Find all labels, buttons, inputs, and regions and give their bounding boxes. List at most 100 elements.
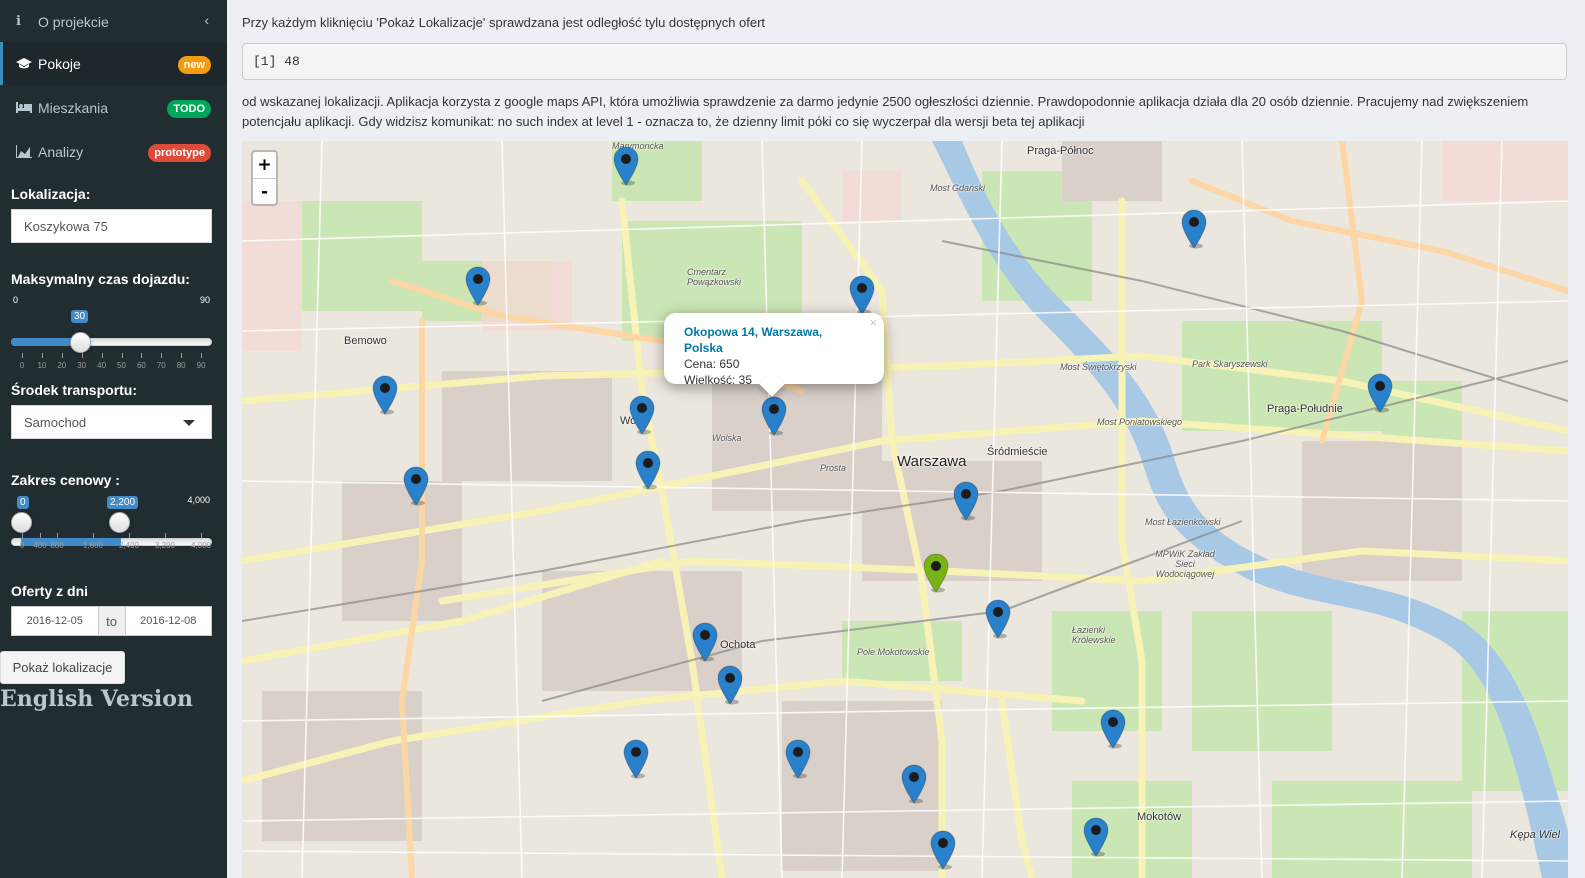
map-marker[interactable] bbox=[628, 395, 656, 435]
sidebar: i O projekcie ‹ Pokoje new Mieszkania TO… bbox=[0, 0, 227, 878]
map-label-most-swietokrzyski: Most Świętokrzyski bbox=[1060, 362, 1137, 372]
map-label-bemowo: Bemowo bbox=[344, 335, 387, 347]
map-marker[interactable] bbox=[848, 275, 876, 315]
map-marker[interactable] bbox=[464, 266, 492, 306]
slider-value-label: 30 bbox=[71, 310, 89, 323]
map-label-mokotow: Mokotów bbox=[1137, 811, 1182, 823]
slider-tick-label: 3,200 bbox=[154, 541, 176, 550]
slider-tick bbox=[161, 353, 163, 358]
map-marker[interactable] bbox=[634, 450, 662, 490]
slider-tick bbox=[61, 353, 63, 358]
map-label-mpwik: MPWiK Zakład Sieci Wodociągowej bbox=[1155, 549, 1215, 579]
map-label-cmentarz: Cmentarz Powązkowski bbox=[687, 267, 742, 287]
map-marker[interactable] bbox=[1180, 209, 1208, 249]
slider-ticks: 0 400 800 1,600 2,400 3,200 4,000 bbox=[11, 533, 212, 550]
transport-select[interactable]: Samochod bbox=[11, 405, 212, 439]
english-version-link[interactable]: English Version bbox=[0, 686, 193, 712]
slider-tick bbox=[81, 353, 83, 358]
slider-max-label: 90 bbox=[199, 295, 210, 305]
map-marker[interactable] bbox=[929, 830, 957, 870]
slider-tick-label: 70 bbox=[156, 361, 166, 370]
info-icon: i bbox=[16, 14, 21, 29]
sidebar-item-mieszkania[interactable]: Mieszkania TODO bbox=[0, 86, 227, 129]
slider-min-label: 0 bbox=[13, 295, 19, 305]
date-separator: to bbox=[98, 606, 125, 636]
slider-ticks: 0 10 20 30 40 50 60 70 80 90 bbox=[11, 353, 212, 370]
slider-from-handle[interactable] bbox=[11, 512, 32, 533]
time-label: Maksymalny czas dojazdu: bbox=[11, 271, 190, 287]
time-slider[interactable]: 0 90 30 0 10 20 30 40 50 60 70 80 90 bbox=[11, 295, 212, 375]
map-label-praga-poludnie: Praga-Południe bbox=[1267, 403, 1343, 415]
map-marker[interactable] bbox=[612, 146, 640, 186]
price-label: Zakres cenowy : bbox=[11, 472, 120, 488]
slider-from-label: 0 bbox=[17, 496, 29, 509]
popup-price: Cena: 650 bbox=[684, 357, 740, 371]
map-label-park-skaryszewski: Park Skaryszewski bbox=[1192, 359, 1268, 369]
zoom-in-button[interactable]: + bbox=[253, 152, 276, 178]
slider-tick-label: 2,400 bbox=[118, 541, 140, 550]
slider-tick bbox=[101, 353, 103, 358]
location-input[interactable]: Koszykowa 75 bbox=[11, 209, 212, 243]
transport-value: Samochod bbox=[24, 414, 87, 430]
map-marker-selected[interactable] bbox=[922, 553, 950, 593]
map-label-most-poniatowskiego: Most Poniatowskiego bbox=[1097, 417, 1183, 427]
offers-label: Oferty z dni bbox=[11, 583, 89, 599]
show-locations-button[interactable]: Pokaż lokalizacje bbox=[0, 651, 125, 684]
sidebar-item-o-projekcie[interactable]: i O projekcie ‹ bbox=[0, 0, 227, 43]
price-slider[interactable]: 4,000 0 2,200 0 400 800 1,600 2,400 3,200 4,00… bbox=[11, 495, 212, 575]
close-icon[interactable]: × bbox=[869, 315, 877, 331]
slider-tick-label: 400 bbox=[33, 541, 47, 550]
slider-tick bbox=[22, 533, 23, 538]
slider-tick-label: 0 bbox=[19, 361, 25, 370]
intro-text: Przy każdym kliknięciu 'Pokaż Lokalizacj… bbox=[242, 15, 766, 30]
map-label-wolska: Wolska bbox=[712, 433, 742, 443]
map-marker[interactable] bbox=[952, 481, 980, 521]
slider-tick bbox=[141, 353, 143, 358]
slider-tick bbox=[181, 353, 183, 358]
slider-handle[interactable] bbox=[70, 332, 91, 353]
map-marker[interactable] bbox=[784, 739, 812, 779]
main-content: Przy każdym kliknięciu 'Pokaż Lokalizacj… bbox=[227, 0, 1585, 878]
chevron-left-icon[interactable]: ‹ bbox=[204, 12, 209, 28]
sidebar-item-label: O projekcie bbox=[38, 13, 109, 30]
new-badge: new bbox=[177, 56, 211, 74]
map-marker[interactable] bbox=[371, 375, 399, 415]
map-marker[interactable] bbox=[622, 739, 650, 779]
sidebar-item-label: Mieszkania bbox=[38, 99, 109, 116]
graduation-cap-icon bbox=[16, 57, 38, 70]
sidebar-item-label: Analizy bbox=[38, 143, 84, 160]
info-text: od wskazanej lokalizacji. Aplikacja korz… bbox=[242, 94, 1529, 129]
slider-tick-label: 20 bbox=[57, 361, 67, 370]
map-marker[interactable] bbox=[1099, 709, 1127, 749]
todo-badge: TODO bbox=[167, 100, 211, 118]
map-marker[interactable] bbox=[760, 396, 788, 436]
sidebar-item-pokoje[interactable]: Pokoje new bbox=[0, 42, 227, 85]
map[interactable]: Warszawa Śródmieście Praga-Północ Praga-… bbox=[242, 141, 1568, 878]
slider-max-label: 4,000 bbox=[187, 495, 210, 505]
map-marker[interactable] bbox=[691, 622, 719, 662]
map-label-prosta: Prosta bbox=[820, 463, 847, 473]
zoom-out-button[interactable]: - bbox=[253, 178, 276, 204]
slider-to-handle[interactable] bbox=[109, 512, 130, 533]
console-output: [1] 48 bbox=[242, 43, 1567, 80]
bed-icon bbox=[16, 102, 38, 113]
map-marker[interactable] bbox=[1082, 817, 1110, 857]
slider-tick-label: 50 bbox=[117, 361, 126, 370]
map-marker[interactable] bbox=[402, 466, 430, 506]
popup-title[interactable]: Okopowa 14, Warszawa, Polska bbox=[684, 324, 864, 356]
map-marker[interactable] bbox=[1366, 373, 1394, 413]
date-to-input[interactable]: 2016-12-08 bbox=[124, 606, 212, 636]
slider-tick-label: 40 bbox=[97, 361, 107, 370]
date-from-input[interactable]: 2016-12-05 bbox=[11, 606, 99, 636]
slider-tick-label: 30 bbox=[77, 361, 87, 370]
map-label-kepa: Kępa Wiel bbox=[1510, 829, 1561, 841]
map-marker[interactable] bbox=[984, 599, 1012, 639]
location-label: Lokalizacja: bbox=[11, 186, 91, 202]
sidebar-item-analizy[interactable]: Analizy prototype bbox=[0, 130, 227, 173]
map-marker[interactable] bbox=[900, 764, 928, 804]
transport-label: Środek transportu: bbox=[11, 382, 138, 398]
map-label-most-gdanski: Most Gdański bbox=[930, 183, 986, 193]
slider-tick bbox=[129, 533, 130, 538]
map-marker[interactable] bbox=[716, 665, 744, 705]
date-range: 2016-12-05 to 2016-12-08 bbox=[11, 606, 212, 636]
